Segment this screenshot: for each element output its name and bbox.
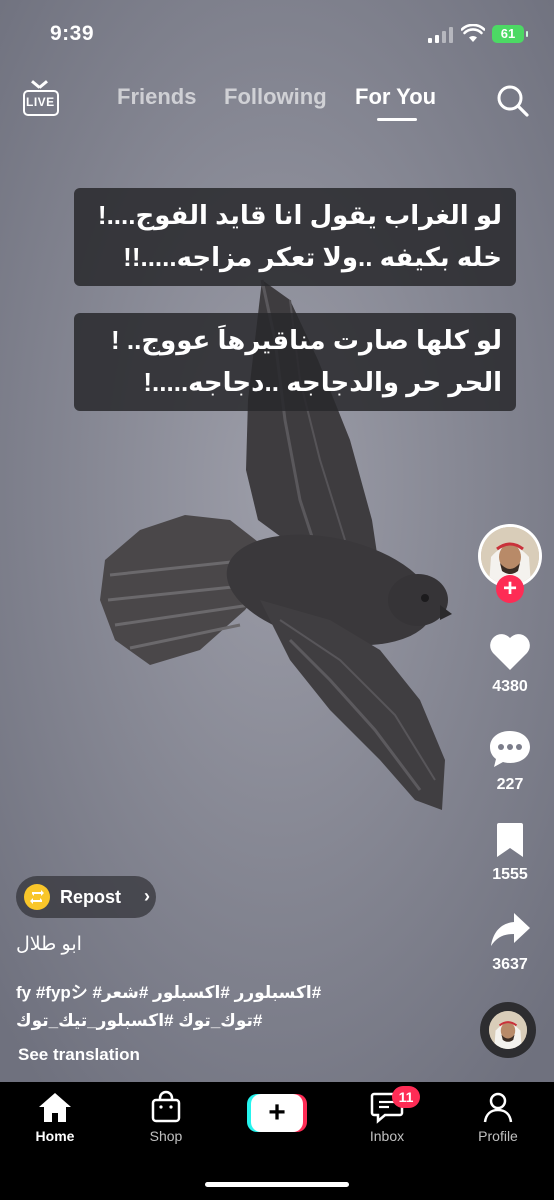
- home-icon: [39, 1093, 71, 1122]
- inbox-badge: 11: [392, 1086, 420, 1108]
- tab-for-you[interactable]: For You: [355, 84, 436, 110]
- battery-icon: 61: [492, 25, 524, 43]
- chevron-right-icon: ›: [144, 886, 150, 906]
- tab-following[interactable]: Following: [224, 84, 327, 110]
- comment-icon: [490, 731, 530, 767]
- share-button[interactable]: 3637: [480, 910, 540, 974]
- heart-icon: [490, 634, 530, 670]
- create-button[interactable]: +: [247, 1094, 307, 1132]
- wifi-icon: [461, 24, 485, 42]
- overlay-line: خله بكيفه ..ولا تعكر مزاجه.....!!: [123, 242, 502, 272]
- share-arrow-icon: [491, 913, 530, 946]
- author-name[interactable]: ابو طلال: [16, 933, 82, 956]
- status-bar: 9:39 61: [0, 0, 554, 70]
- profile-icon: [483, 1092, 513, 1123]
- signal-icon: [428, 27, 456, 43]
- video-text-overlay-2: لو كلها صارت مناقيرهاَ عووج.. ! الحر حر …: [74, 313, 516, 411]
- follow-button[interactable]: +: [496, 575, 524, 603]
- save-count: 1555: [492, 866, 528, 883]
- music-avatar: [489, 1011, 527, 1049]
- battery-tip: [526, 31, 528, 37]
- active-tab-indicator: [377, 118, 417, 121]
- plus-icon: +: [251, 1094, 303, 1132]
- share-count: 3637: [492, 956, 528, 973]
- nav-home[interactable]: Home: [15, 1090, 95, 1144]
- overlay-line: الحر حر والدجاجه ..دجاجه.....!: [143, 367, 502, 397]
- home-indicator: [205, 1182, 349, 1187]
- like-button[interactable]: 4380: [480, 632, 540, 696]
- comment-button[interactable]: 227: [480, 728, 540, 794]
- hashtags-line[interactable]: fy #fypシ #اكسبلورر #اكسبلور #شعر#: [16, 979, 446, 1007]
- tab-friends[interactable]: Friends: [117, 84, 196, 110]
- search-icon[interactable]: [496, 84, 530, 118]
- music-disc[interactable]: [480, 1002, 536, 1058]
- overlay-line: لو الغراب يقول انا قايد الفوج....!: [97, 200, 502, 230]
- save-button[interactable]: 1555: [480, 820, 540, 884]
- like-count: 4380: [492, 678, 528, 695]
- falcon-image: [0, 0, 554, 1082]
- nav-home-label: Home: [35, 1128, 75, 1144]
- nav-inbox-label: Inbox: [369, 1128, 405, 1144]
- overlay-line: لو كلها صارت مناقيرهاَ عووج.. !: [111, 325, 502, 355]
- status-time: 9:39: [50, 22, 95, 45]
- nav-shop-label: Shop: [149, 1128, 183, 1144]
- nav-profile[interactable]: Profile: [458, 1090, 538, 1144]
- shopping-bag-icon: [151, 1090, 181, 1123]
- hashtags-line[interactable]: #توك_توك #اكسبلور_تيك_توك: [16, 1007, 446, 1035]
- feed-tabs: Friends Following For You: [0, 84, 554, 124]
- video-text-overlay-1: لو الغراب يقول انا قايد الفوج....! خله ب…: [74, 188, 516, 286]
- repost-label: Repost: [60, 887, 122, 907]
- see-translation-link[interactable]: See translation: [18, 1045, 140, 1065]
- nav-shop[interactable]: Shop: [126, 1090, 206, 1144]
- repost-button[interactable]: Repost ›: [16, 876, 156, 918]
- video-player[interactable]: [0, 0, 554, 1082]
- comment-count: 227: [496, 776, 524, 793]
- nav-profile-label: Profile: [478, 1128, 518, 1144]
- post-hashtags: fy #fypシ #اكسبلورر #اكسبلور #شعر# #توك_ت…: [16, 979, 446, 1035]
- repost-icon: [24, 884, 50, 910]
- bookmark-icon: [497, 823, 523, 857]
